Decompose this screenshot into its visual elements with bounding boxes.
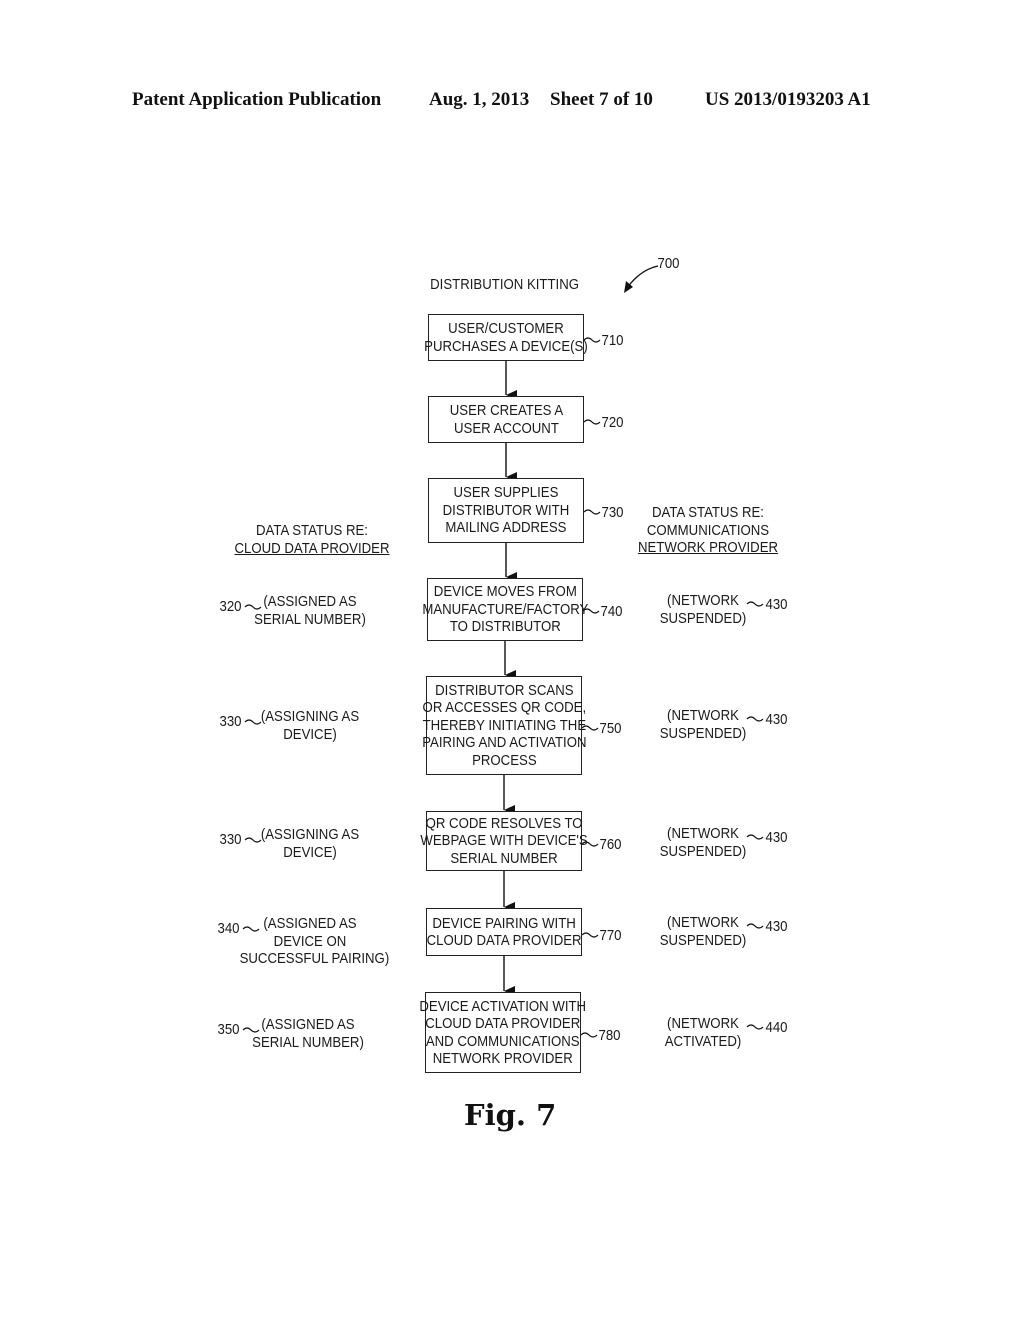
step-710-box: USER/CUSTOMER PURCHASES A DEVICE(S) <box>424 314 588 361</box>
figure-label: Fig. 7 <box>464 1098 557 1132</box>
network-status-ref-430-d: 430 <box>765 918 788 935</box>
cloud-status-ref-330-a: 330 <box>219 713 242 730</box>
step-740-ref: 740 <box>600 603 623 620</box>
cloud-status-ref-330-b: 330 <box>219 831 242 848</box>
diagram-ref: 700 <box>657 255 680 272</box>
network-status-ref-430-c: 430 <box>765 829 788 846</box>
leader-730 <box>583 509 601 515</box>
network-status-430-d: (NETWORK SUSPENDED) <box>659 914 747 949</box>
step-760-ref: 760 <box>599 836 622 853</box>
network-status-ref-430-a: 430 <box>765 596 788 613</box>
step-750-box: DISTRIBUTOR SCANS OR ACCESSES QR CODE, T… <box>422 676 586 775</box>
network-status-440: (NETWORK ACTIVATED) <box>664 1015 742 1050</box>
step-780-ref: 780 <box>598 1027 621 1044</box>
network-status-430-b: (NETWORK SUSPENDED) <box>659 707 747 742</box>
step-710-ref: 710 <box>601 332 624 349</box>
network-status-ref-430-b: 430 <box>765 711 788 728</box>
cloud-data-heading: DATA STATUS RE: CLOUD DATA PROVIDER <box>234 522 390 557</box>
step-730-ref: 730 <box>601 504 624 521</box>
cloud-status-330-b: (ASSIGNING AS DEVICE) <box>260 826 360 861</box>
network-status-ref-440: 440 <box>765 1019 788 1036</box>
cloud-status-350: (ASSIGNED AS SERIAL NUMBER) <box>252 1016 364 1051</box>
step-730-box: USER SUPPLIES DISTRIBUTOR WITH MAILING A… <box>428 478 584 543</box>
leader-720 <box>583 419 601 425</box>
step-760-box: QR CODE RESOLVES TO WEBPAGE WITH DEVICE'… <box>420 811 588 871</box>
step-720-ref: 720 <box>601 414 624 431</box>
network-provider-heading: DATA STATUS RE: COMMUNICATIONS NETWORK P… <box>637 504 779 556</box>
step-740-box: DEVICE MOVES FROM MANUFACTURE/FACTORY TO… <box>422 578 588 641</box>
ref-700-pointer-arrow <box>626 265 659 289</box>
cloud-status-320: (ASSIGNED AS SERIAL NUMBER) <box>254 593 366 628</box>
cloud-status-340: (ASSIGNED AS DEVICE ON SUCCESSFUL PAIRIN… <box>239 915 390 967</box>
step-720-box: USER CREATES A USER ACCOUNT <box>428 396 584 443</box>
network-status-430-a: (NETWORK SUSPENDED) <box>659 592 747 627</box>
step-770-box: DEVICE PAIRING WITH CLOUD DATA PROVIDER <box>426 908 582 956</box>
diagram-title: DISTRIBUTION KITTING <box>430 276 580 293</box>
step-770-ref: 770 <box>599 927 622 944</box>
cloud-status-ref-350: 350 <box>217 1021 240 1038</box>
step-780-box: DEVICE ACTIVATION WITH CLOUD DATA PROVID… <box>420 992 586 1073</box>
cloud-status-ref-320: 320 <box>219 598 242 615</box>
step-750-ref: 750 <box>599 720 622 737</box>
network-status-430-c: (NETWORK SUSPENDED) <box>659 825 747 860</box>
cloud-status-330-a: (ASSIGNING AS DEVICE) <box>260 708 360 743</box>
